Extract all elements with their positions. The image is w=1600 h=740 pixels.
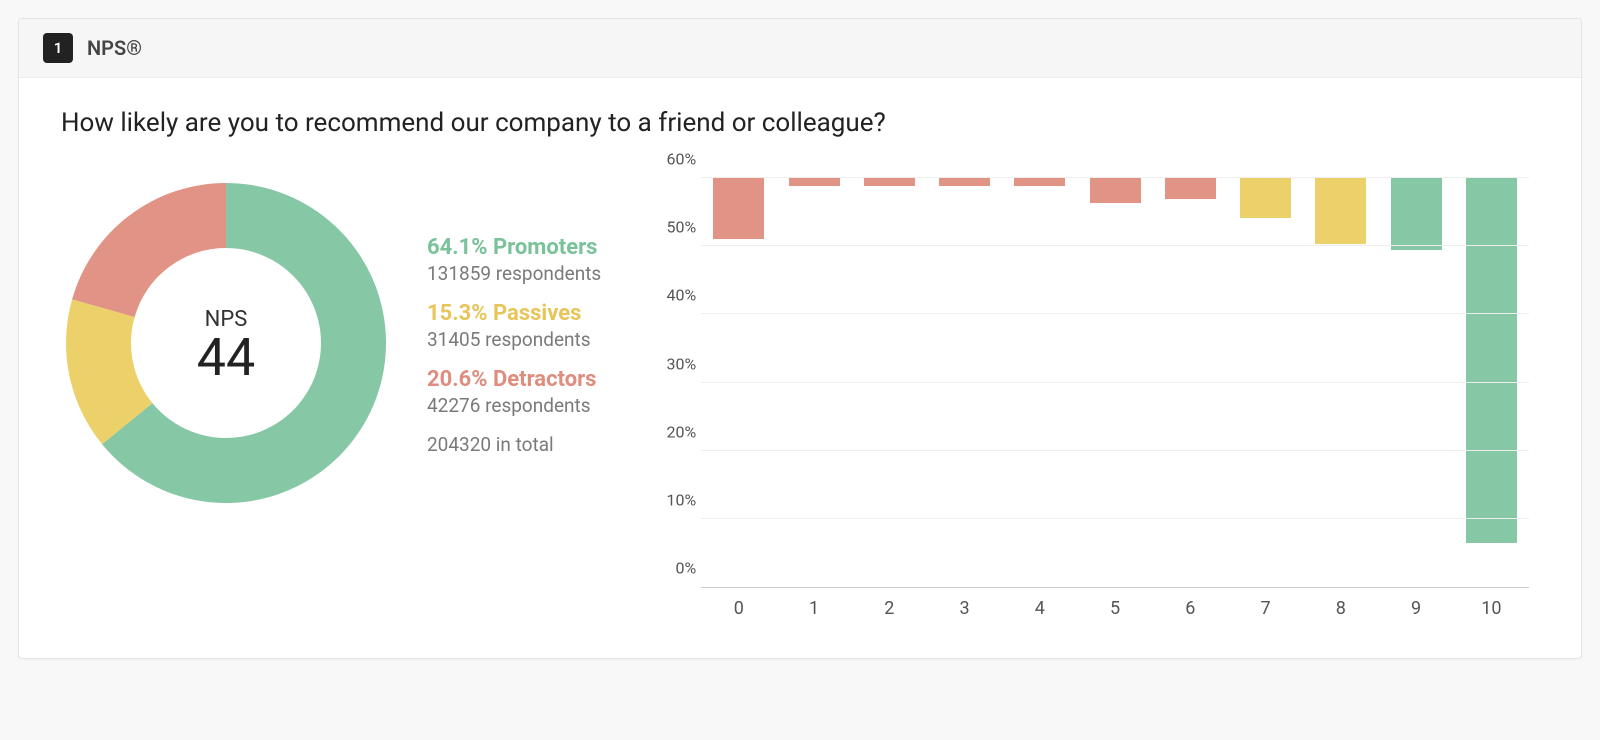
donut-legend: 64.1% Promoters 131859 respondents 15.3%… [427, 235, 601, 456]
bar-4 [1014, 178, 1065, 186]
gridline [701, 382, 1529, 383]
y-axis-tick: 0% [646, 559, 696, 578]
donut-block: NPS 44 64.1% Promoters 131859 respondent… [61, 178, 601, 512]
y-axis-tick: 60% [646, 150, 696, 169]
x-axis-tick: 5 [1077, 598, 1152, 619]
x-axis-tick: 2 [852, 598, 927, 619]
y-axis-tick: 10% [646, 490, 696, 509]
bar-slot [1153, 178, 1228, 587]
legend-passives-pct: 15.3% Passives [427, 301, 601, 326]
bar-3 [939, 178, 990, 186]
card-header: 1 NPS® [19, 19, 1581, 78]
section-title: NPS® [87, 36, 142, 60]
bar-slot [1303, 178, 1378, 587]
question-text: How likely are you to recommend our comp… [61, 108, 1539, 138]
legend-promoters: 64.1% Promoters 131859 respondents [427, 235, 601, 285]
x-axis-tick: 0 [701, 598, 776, 619]
x-axis-tick: 6 [1153, 598, 1228, 619]
legend-promoters-respondents: 131859 respondents [427, 262, 601, 285]
gridline [701, 518, 1529, 519]
bar-9 [1391, 178, 1442, 250]
legend-detractors: 20.6% Detractors 42276 respondents [427, 367, 601, 417]
legend-passives: 15.3% Passives 31405 respondents [427, 301, 601, 351]
x-axis-tick: 9 [1378, 598, 1453, 619]
content-row: NPS 44 64.1% Promoters 131859 respondent… [61, 178, 1539, 618]
bar-slot [1002, 178, 1077, 587]
x-axis-tick: 7 [1228, 598, 1303, 619]
x-axis-tick: 10 [1454, 598, 1529, 619]
question-number-badge: 1 [43, 33, 73, 63]
x-axis-tick: 8 [1303, 598, 1378, 619]
bar-0 [713, 178, 764, 239]
legend-passives-respondents: 31405 respondents [427, 328, 601, 351]
bar-slot [1228, 178, 1303, 587]
y-axis-tick: 20% [646, 422, 696, 441]
nps-card: 1 NPS® How likely are you to recommend o… [18, 18, 1582, 659]
gridline [701, 177, 1529, 178]
x-axis-tick: 4 [1002, 598, 1077, 619]
x-axis-tick: 3 [927, 598, 1002, 619]
legend-detractors-respondents: 42276 respondents [427, 394, 601, 417]
bar-8 [1315, 178, 1366, 244]
legend-detractors-pct: 20.6% Detractors [427, 367, 601, 392]
legend-total: 204320 in total [427, 433, 601, 456]
distribution-bar-chart: 0%10%20%30%40%50%60% 012345678910 [641, 178, 1539, 618]
bar-6 [1165, 178, 1216, 199]
y-axis-tick: 40% [646, 286, 696, 305]
bar-1 [789, 178, 840, 186]
bar-10 [1466, 178, 1517, 543]
gridline [701, 313, 1529, 314]
nps-donut-chart: NPS 44 [61, 178, 391, 512]
gridline [701, 450, 1529, 451]
bar-slot [927, 178, 1002, 587]
bar-slot [1454, 178, 1529, 587]
legend-promoters-pct: 64.1% Promoters [427, 235, 601, 260]
bar-slot [701, 178, 776, 587]
donut-center: NPS 44 [61, 178, 391, 512]
bar-5 [1090, 178, 1141, 203]
nps-score: 44 [197, 332, 255, 384]
x-axis-tick: 1 [776, 598, 851, 619]
bar-2 [864, 178, 915, 186]
bar-slot [1378, 178, 1453, 587]
bar-slot [776, 178, 851, 587]
gridline [701, 245, 1529, 246]
bar-slot [852, 178, 927, 587]
y-axis-tick: 30% [646, 354, 696, 373]
card-body: How likely are you to recommend our comp… [19, 78, 1581, 658]
bar-slot [1077, 178, 1152, 587]
bar-7 [1240, 178, 1291, 218]
y-axis-tick: 50% [646, 218, 696, 237]
